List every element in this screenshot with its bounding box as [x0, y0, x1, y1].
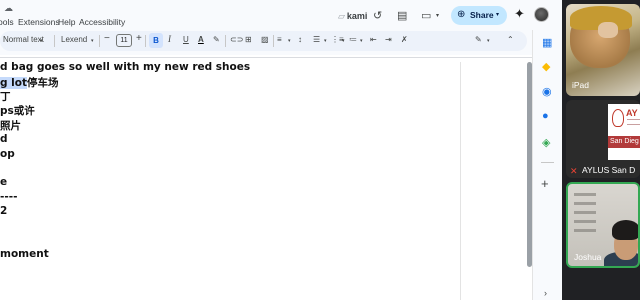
chevron-down-icon[interactable]: ▾ — [324, 38, 327, 44]
insert-image-button[interactable]: ▨ — [261, 35, 269, 44]
chevron-down-icon[interactable]: ▾ — [487, 38, 490, 44]
gemini-sparkle-icon[interactable]: ✦ — [514, 6, 525, 22]
share-button[interactable]: ⊕ Share ▾ — [451, 6, 507, 25]
expand-side-panel-icon[interactable]: › — [544, 288, 547, 298]
line-text: 停车场 — [27, 77, 59, 89]
toolbar-divider — [145, 35, 146, 47]
get-add-ons-icon[interactable]: + — [541, 176, 549, 191]
chevron-down-icon[interactable]: ▾ — [40, 38, 43, 44]
participant-name: AYLUS San D — [582, 165, 636, 175]
menu-extensions[interactable]: Extensions — [18, 17, 60, 27]
participant-video — [612, 220, 638, 240]
workspace-side-panel: ▦ ◆ ◉ ● ◈ + › — [532, 30, 562, 300]
meet-dropdown-icon[interactable]: ▾ — [436, 12, 439, 19]
checklist-button[interactable]: ☰ — [313, 35, 320, 44]
font-family-select[interactable]: Lexend — [61, 35, 87, 44]
hide-menus-icon[interactable]: ⌃ — [507, 35, 514, 44]
version-history-icon[interactable]: ↺ — [373, 9, 382, 22]
decrease-indent-button[interactable]: ⇤ — [370, 35, 377, 44]
document-line[interactable]: 丁 — [0, 89, 11, 104]
participant-name: iPad — [572, 80, 590, 90]
line-spacing-button[interactable]: ↕ — [298, 35, 302, 44]
participant-name: Joshua — [574, 252, 602, 262]
document-line[interactable]: g lot停车场 — [0, 75, 59, 90]
document-line[interactable]: moment — [0, 248, 49, 260]
document-line[interactable]: e — [0, 176, 7, 188]
toolbar-divider — [99, 35, 100, 47]
menu-accessibility[interactable]: Accessibility — [79, 17, 125, 27]
google-docs-window: ☁ ools Extensions Help Accessibility ▱ ka… — [0, 0, 562, 300]
participant-tile-joshua[interactable]: Joshua — [566, 182, 640, 268]
menu-bar: ☁ ools Extensions Help Accessibility ▱ ka… — [0, 0, 562, 30]
toolbar-divider — [273, 35, 274, 47]
participant-video — [598, 22, 618, 38]
chevron-down-icon[interactable]: ▾ — [360, 38, 363, 44]
toolbar-divider — [225, 35, 226, 47]
aylus-banner-text: San Dieg — [610, 138, 639, 145]
chevron-down-icon[interactable]: ▾ — [496, 11, 499, 18]
increase-font-size-button[interactable]: + — [136, 33, 142, 44]
participant-tile-aylus[interactable]: AY San Dieg ✕ AYLUS San D — [566, 100, 640, 178]
chevron-down-icon[interactable]: ▾ — [91, 38, 94, 44]
document-line[interactable]: d — [0, 133, 8, 145]
muted-mic-icon: ✕ — [570, 166, 578, 176]
menu-help[interactable]: Help — [58, 17, 75, 27]
chevron-down-icon[interactable]: ▾ — [288, 38, 291, 44]
document-line[interactable]: d bag goes so well with my new red shoes — [0, 61, 250, 73]
formatting-toolbar: Normal text ▾ Lexend ▾ − 11 + B I U A ✎ … — [0, 31, 527, 51]
numbered-list-button[interactable]: ≔ — [349, 35, 357, 44]
document-line[interactable]: op — [0, 148, 15, 160]
bold-button[interactable]: B — [149, 33, 163, 48]
insert-link-button[interactable]: ⊂⊃ — [230, 35, 243, 44]
clear-formatting-button[interactable]: ✗ — [401, 35, 408, 44]
document-line[interactable]: ---- — [0, 191, 17, 203]
comments-icon[interactable]: ▤ — [397, 9, 407, 22]
text-color-button[interactable]: A — [198, 35, 204, 44]
page-margin-edge — [460, 62, 461, 300]
decrease-font-size-button[interactable]: − — [104, 33, 110, 44]
participant-video — [574, 192, 596, 232]
contacts-icon[interactable]: ● — [542, 110, 549, 122]
paragraph-style-select[interactable]: Normal text — [3, 35, 44, 44]
participant-tile-ipad[interactable]: iPad — [566, 4, 640, 96]
calendar-icon[interactable]: ▦ — [542, 36, 552, 49]
maps-icon[interactable]: ◈ — [542, 136, 550, 149]
highlight-color-button[interactable]: ✎ — [213, 35, 220, 44]
toolbar-divider — [54, 35, 55, 47]
ruler-divider — [0, 57, 532, 58]
document-canvas[interactable] — [0, 55, 532, 300]
kami-icon: ▱ — [338, 11, 345, 21]
selected-text[interactable]: g lot — [0, 77, 28, 89]
font-size-input[interactable]: 11 — [116, 34, 132, 47]
kami-label: kami — [346, 11, 368, 21]
menu-tools[interactable]: ools — [0, 17, 14, 27]
aylus-logo-text: AY — [626, 108, 638, 118]
side-panel-divider — [541, 162, 554, 163]
meet-video-icon[interactable]: ▭ — [421, 9, 431, 22]
document-line[interactable]: 照片 — [0, 118, 21, 133]
aylus-tagline — [627, 119, 640, 125]
editing-mode-button[interactable]: ✎ — [475, 35, 482, 44]
cloud-status-icon: ☁ — [4, 3, 13, 13]
underline-button[interactable]: U — [183, 35, 189, 44]
account-avatar[interactable] — [534, 7, 549, 22]
aylus-logo-icon — [612, 109, 624, 127]
share-label: Share — [470, 10, 494, 20]
keep-icon[interactable]: ◆ — [542, 60, 550, 73]
kami-extension-button[interactable]: ▱ kami — [338, 11, 367, 22]
add-comment-button[interactable]: ⊞ — [245, 35, 252, 44]
document-line[interactable]: 2 — [0, 205, 7, 217]
globe-icon: ⊕ — [457, 9, 466, 20]
align-button[interactable]: ≡ — [277, 35, 282, 44]
increase-indent-button[interactable]: ⇥ — [385, 35, 392, 44]
document-line[interactable]: ps或许 — [0, 103, 35, 118]
italic-button[interactable]: I — [168, 34, 171, 44]
tasks-icon[interactable]: ◉ — [542, 85, 552, 98]
meet-participant-panel: iPad AY San Dieg ✕ AYLUS San D Joshua — [562, 0, 640, 300]
chevron-down-icon[interactable]: ▾ — [342, 38, 345, 44]
